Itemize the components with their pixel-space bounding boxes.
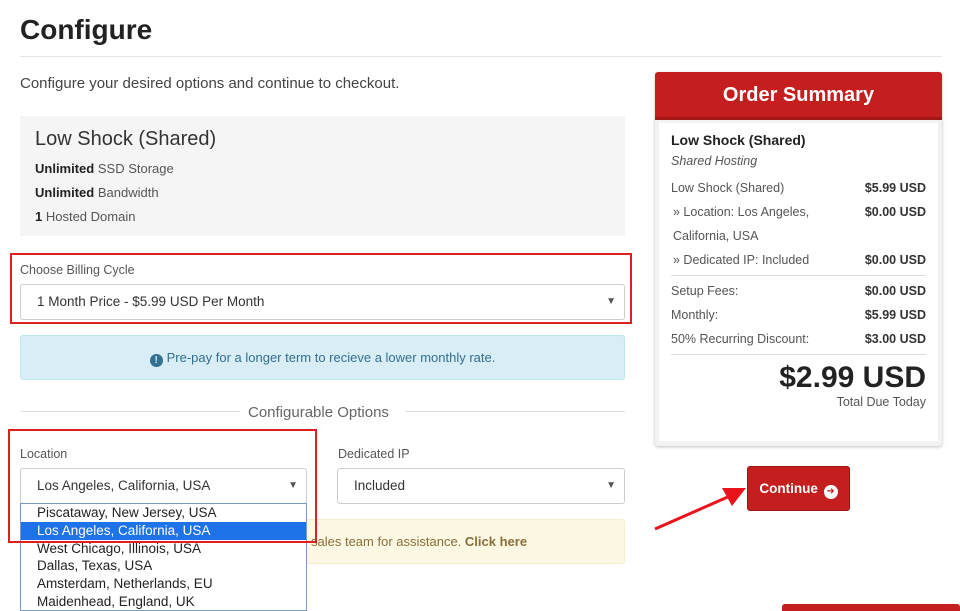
sales-assistance-alert: sales team for assistance. Click here: [305, 519, 625, 564]
summary-fee-label: Setup Fees:: [671, 284, 739, 298]
summary-line-label: » Location: Los Angeles, California, USA: [673, 205, 810, 243]
red-arrow-pointer-icon: [654, 488, 746, 531]
info-circle-icon: !: [149, 354, 163, 367]
click-here-link[interactable]: Click here: [465, 534, 527, 549]
summary-fee-amount: $5.99 USD: [864, 308, 926, 322]
summary-fee-row: Monthly: $5.99 USD: [671, 303, 926, 327]
continue-button-label: Continue: [759, 481, 818, 496]
billing-highlight-annotation: [10, 253, 632, 324]
intro-text: Configure your desired options and conti…: [20, 75, 400, 92]
summary-divider: [671, 354, 926, 355]
continue-button[interactable]: Continue ➜: [747, 466, 850, 511]
order-summary-header: Order Summary: [655, 72, 942, 120]
prepay-info-text: Pre-pay for a longer term to recieve a l…: [166, 350, 496, 365]
summary-line-amount: $0.00 USD: [864, 253, 926, 267]
summary-line-label: » Dedicated IP: Included: [673, 253, 810, 267]
summary-line: » Location: Los Angeles, California, USA…: [671, 200, 926, 248]
prepay-info-alert: ! Pre-pay for a longer term to recieve a …: [20, 335, 625, 380]
order-summary-body: Low Shock (Shared) Shared Hosting Low Sh…: [659, 123, 938, 441]
total-due-label: Total Due Today: [836, 395, 926, 409]
dedicated-ip-value: Included: [354, 478, 406, 493]
summary-fee-amount: $0.00 USD: [864, 284, 926, 298]
location-highlight-annotation: [8, 429, 317, 543]
feature-domains: 1 Hosted Domain: [35, 209, 136, 224]
section-divider-left: [20, 411, 240, 412]
summary-line-amount: $0.00 USD: [864, 205, 926, 219]
caret-down-icon: ▼: [606, 480, 616, 491]
configurable-options-heading: Configurable Options: [248, 404, 389, 421]
dedicated-ip-label: Dedicated IP: [338, 447, 410, 461]
summary-fee-label: 50% Recurring Discount:: [671, 332, 810, 346]
feature-storage: Unlimited SSD Storage: [35, 161, 174, 176]
page-title: Configure: [20, 14, 153, 45]
total-due-amount: $2.99 USD: [779, 361, 926, 394]
summary-divider: [671, 275, 926, 276]
summary-line-label: Low Shock (Shared): [671, 181, 785, 195]
location-option[interactable]: Maidenhead, England, UK: [21, 593, 306, 610]
summary-fee-amount: $3.00 USD: [864, 332, 926, 346]
summary-line: Low Shock (Shared) $5.99 USD: [671, 176, 926, 200]
summary-fee-label: Monthly:: [671, 308, 719, 322]
feature-bandwidth: Unlimited Bandwidth: [35, 185, 159, 200]
location-option[interactable]: Amsterdam, Netherlands, EU: [21, 575, 306, 593]
summary-line: » Dedicated IP: Included $0.00 USD: [671, 248, 926, 272]
order-summary-panel: Order Summary Low Shock (Shared) Shared …: [655, 72, 942, 446]
location-option[interactable]: Dallas, Texas, USA: [21, 557, 306, 575]
section-divider-right: [405, 411, 625, 412]
summary-line-amount: $5.99 USD: [864, 181, 926, 195]
summary-fee-row: Setup Fees: $0.00 USD: [671, 279, 926, 303]
bottom-button-edge: [782, 604, 960, 611]
summary-product-group: Shared Hosting: [671, 154, 758, 168]
sales-assistance-text: sales team for assistance.: [311, 534, 465, 549]
product-name: Low Shock (Shared): [35, 128, 217, 150]
dedicated-ip-select[interactable]: Included ▼: [337, 468, 625, 504]
summary-fee-row: 50% Recurring Discount: $3.00 USD: [671, 327, 926, 351]
summary-product-name: Low Shock (Shared): [671, 132, 806, 148]
product-info-box: Low Shock (Shared) Unlimited SSD Storage…: [20, 116, 625, 236]
title-divider: [20, 56, 942, 57]
arrow-circle-right-icon: ➜: [823, 485, 838, 499]
